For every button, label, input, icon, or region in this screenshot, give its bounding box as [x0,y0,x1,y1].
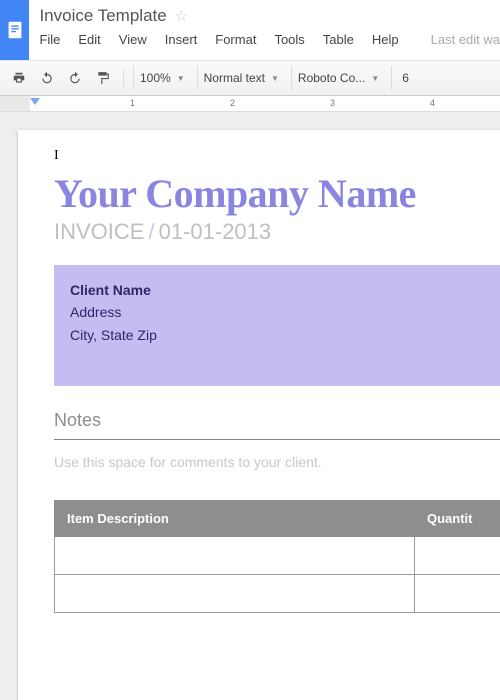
style-value: Normal text [204,71,265,85]
redo-icon[interactable] [64,66,86,90]
star-icon[interactable]: ☆ [175,7,188,25]
zoom-select[interactable]: 100% ▼ [133,66,191,90]
ruler-tick: 2 [230,98,235,108]
menu-view[interactable]: View [119,32,147,47]
ruler-tick: 3 [330,98,335,108]
undo-icon[interactable] [36,66,58,90]
notes-heading[interactable]: Notes [54,410,500,431]
horizontal-ruler[interactable]: 1 2 3 4 [0,96,500,112]
client-address: Address [70,301,500,323]
ruler-tick: 1 [130,98,135,108]
cell-description[interactable] [55,537,415,575]
toolbar-separator [123,68,124,88]
document-page[interactable]: I Your Company Name INVOICE/01-01-2013 C… [18,130,500,700]
chevron-down-icon: ▼ [271,74,279,83]
font-value: Roboto Co... [298,71,365,85]
chevron-down-icon: ▼ [177,74,185,83]
menu-edit[interactable]: Edit [78,32,100,47]
menu-format[interactable]: Format [215,32,256,47]
menu-tools[interactable]: Tools [274,32,304,47]
menu-table[interactable]: Table [323,32,354,47]
cell-description[interactable] [55,575,415,613]
menu-bar: File Edit View Insert Format Tools Table… [39,32,500,47]
menu-insert[interactable]: Insert [165,32,198,47]
ruler-tick: 4 [430,98,435,108]
company-name-heading[interactable]: Your Company Name [54,170,500,217]
chevron-down-icon: ▼ [371,74,379,83]
menu-file[interactable]: File [39,32,60,47]
print-icon[interactable] [8,66,30,90]
notes-placeholder-text[interactable]: Use this space for comments to your clie… [54,454,500,470]
invoice-subheading[interactable]: INVOICE/01-01-2013 [54,219,500,245]
last-edit-info: Last edit wa [431,32,500,47]
indent-marker-icon[interactable] [30,98,40,105]
app-header: Invoice Template ☆ File Edit View Insert… [0,0,500,60]
invoice-date: 01-01-2013 [159,219,272,244]
ruler-margin-shade [0,96,30,111]
font-size-select[interactable]: 6 [391,66,415,90]
menu-help[interactable]: Help [372,32,399,47]
text-cursor: I [54,148,500,164]
column-header-description: Item Description [55,501,415,537]
items-table[interactable]: Item Description Quantit [54,500,500,613]
slash-separator: / [148,219,154,244]
invoice-label: INVOICE [54,219,144,244]
client-city-state-zip: City, State Zip [70,324,500,346]
toolbar: 100% ▼ Normal text ▼ Roboto Co... ▼ 6 [0,60,500,96]
table-row[interactable] [55,575,500,613]
editor-canvas[interactable]: I Your Company Name INVOICE/01-01-2013 C… [0,112,500,700]
document-title[interactable]: Invoice Template [39,6,166,26]
font-family-select[interactable]: Roboto Co... ▼ [291,66,385,90]
docs-home-icon[interactable] [0,0,29,60]
zoom-value: 100% [140,71,171,85]
font-size-value: 6 [402,71,409,85]
paint-format-icon[interactable] [92,66,114,90]
cell-quantity[interactable] [415,575,500,613]
client-name: Client Name [70,279,500,301]
table-row[interactable] [55,537,500,575]
notes-divider [54,439,500,440]
client-info-box[interactable]: Client Name Address City, State Zip [54,265,500,386]
paragraph-style-select[interactable]: Normal text ▼ [197,66,285,90]
cell-quantity[interactable] [415,537,500,575]
column-header-quantity: Quantit [415,501,500,537]
